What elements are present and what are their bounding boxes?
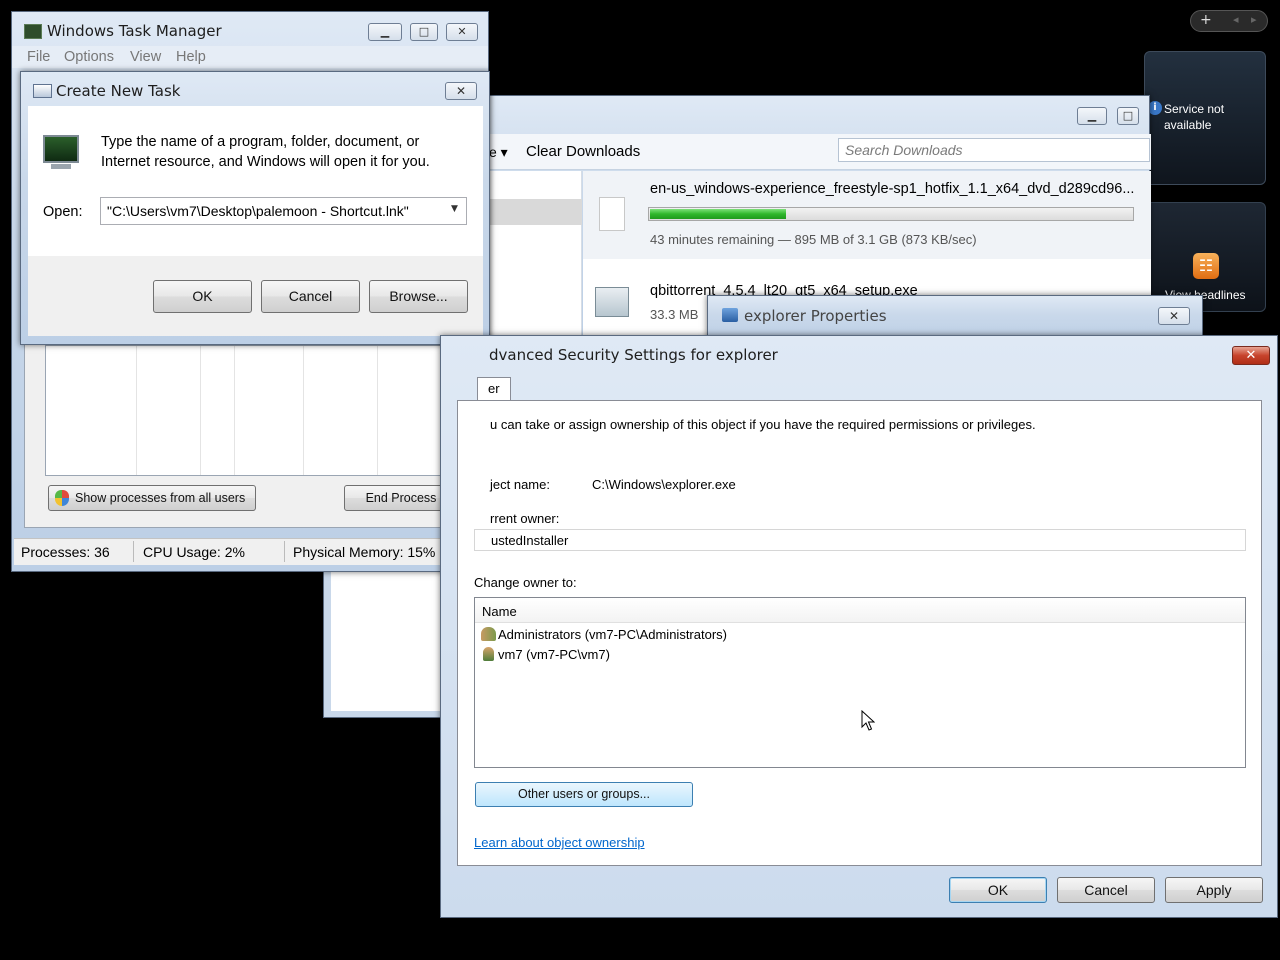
owner-name: vm7 (vm7-PC\vm7): [498, 647, 610, 662]
dialog-body: Type the name of a program, folder, docu…: [28, 106, 483, 256]
list-item[interactable]: vm7 (vm7-PC\vm7): [479, 645, 1079, 665]
open-combobox[interactable]: "C:\Users\vm7\Desktop\palemoon - Shortcu…: [100, 197, 467, 225]
name-column-label: Name: [482, 604, 517, 619]
owner-tab-page: u can take or assign ownership of this o…: [457, 400, 1262, 866]
close-button[interactable]: ✕: [1158, 307, 1190, 325]
download-filename: en-us_windows-experience_freestyle-sp1_h…: [650, 181, 1135, 197]
rss-icon: ☷: [1193, 253, 1219, 279]
menu-help[interactable]: Help: [176, 49, 206, 65]
list-item[interactable]: Administrators (vm7-PC\Administrators): [479, 625, 1079, 645]
apply-button[interactable]: Apply: [1165, 877, 1263, 903]
ok-button[interactable]: OK: [949, 877, 1047, 903]
download-progress-fill: [650, 209, 786, 219]
cancel-button[interactable]: Cancel: [261, 280, 360, 313]
menu-view[interactable]: View: [130, 49, 161, 65]
menu-options[interactable]: Options: [64, 49, 114, 65]
status-processes: Processes: 36: [21, 544, 110, 560]
window-title: explorer Properties: [744, 307, 887, 325]
uac-shield-icon: [55, 490, 69, 506]
minimize-button[interactable]: ▁: [1077, 107, 1107, 125]
previous-page-icon[interactable]: ◂: [1233, 13, 1239, 26]
user-icon: [483, 647, 494, 661]
owner-name: Administrators (vm7-PC\Administrators): [498, 627, 727, 642]
current-owner-label: rrent owner:: [490, 511, 560, 526]
search-placeholder: Search Downloads: [845, 142, 963, 158]
current-owner-field: ustedInstaller: [474, 529, 1246, 551]
ownership-intro: u can take or assign ownership of this o…: [490, 417, 1036, 432]
name-column-header[interactable]: Name: [475, 598, 1245, 623]
gadget-toolbar: + ◂ ▸: [1190, 10, 1268, 32]
properties-icon: [722, 308, 738, 322]
show-all-processes-label: Show processes from all users: [75, 491, 246, 505]
open-label: Open:: [43, 204, 83, 220]
minimize-button[interactable]: ▁: [368, 23, 402, 41]
processes-tab-page: Show processes from all users End Proces…: [24, 330, 476, 528]
add-gadget-button[interactable]: +: [1200, 12, 1212, 28]
menu-file[interactable]: File: [27, 49, 50, 65]
sidebar-selected-item[interactable]: [489, 199, 582, 225]
owner-list[interactable]: Name Administrators (vm7-PC\Administrato…: [474, 597, 1246, 768]
object-name-label: ject name:: [490, 477, 550, 492]
open-value: "C:\Users\vm7\Desktop\palemoon - Shortcu…: [107, 203, 409, 219]
clear-downloads-button[interactable]: Clear Downloads: [526, 143, 640, 160]
mouse-cursor-icon: [861, 710, 875, 731]
process-list[interactable]: [45, 345, 459, 476]
file-icon: [599, 197, 625, 231]
installer-icon: [595, 287, 629, 317]
close-button[interactable]: ✕: [1232, 346, 1270, 365]
download-status: 43 minutes remaining — 895 MB of 3.1 GB …: [650, 232, 977, 247]
object-name-value: C:\Windows\explorer.exe: [592, 477, 736, 492]
cancel-button[interactable]: Cancel: [1057, 877, 1155, 903]
owner-tab[interactable]: er: [477, 377, 511, 401]
download-progress-bar: [648, 207, 1134, 221]
create-new-task-dialog: Create New Task ✕ Type the name of a pro…: [20, 71, 490, 345]
monitor-stand-icon: [51, 164, 71, 169]
toolbar-menu-partial[interactable]: e ▾: [489, 144, 508, 161]
maximize-button[interactable]: □: [410, 23, 438, 41]
download-item[interactable]: en-us_windows-experience_freestyle-sp1_h…: [583, 171, 1151, 259]
show-all-processes-button[interactable]: Show processes from all users: [48, 485, 256, 511]
window-title: Windows Task Manager: [47, 22, 222, 40]
status-bar: Processes: 36 CPU Usage: 2% Physical Mem…: [14, 538, 486, 565]
group-users-icon: [481, 627, 496, 641]
downloads-toolbar: e ▾ Clear Downloads Search Downloads: [489, 134, 1151, 170]
dialog-title: Create New Task: [56, 82, 181, 100]
status-cpu: CPU Usage: 2%: [143, 544, 245, 560]
maximize-button[interactable]: □: [1117, 107, 1139, 125]
run-icon: [33, 84, 52, 98]
computer-monitor-icon: [43, 135, 79, 163]
downloads-sidebar: [489, 171, 582, 341]
window-title: dvanced Security Settings for explorer: [489, 346, 778, 364]
current-owner-value: ustedInstaller: [491, 533, 569, 548]
change-owner-label: Change owner to:: [474, 575, 577, 590]
next-page-icon[interactable]: ▸: [1251, 13, 1257, 26]
advanced-security-window: dvanced Security Settings for explorer ✕…: [440, 335, 1278, 918]
close-button[interactable]: ✕: [446, 23, 478, 41]
ok-button[interactable]: OK: [153, 280, 252, 313]
learn-ownership-link[interactable]: Learn about object ownership: [474, 835, 645, 850]
close-button[interactable]: ✕: [445, 82, 477, 100]
info-icon: i: [1148, 101, 1162, 115]
dialog-description-line1: Type the name of a program, folder, docu…: [101, 134, 420, 150]
menu-bar: File Options View Help: [12, 46, 488, 68]
dropdown-arrow-icon[interactable]: ▼: [451, 204, 458, 214]
weather-gadget[interactable]: i Service not available: [1144, 51, 1266, 185]
browse-button[interactable]: Browse...: [369, 280, 468, 313]
owner-tab-label: er: [488, 381, 500, 396]
dialog-description-line2: Internet resource, and Windows will open…: [101, 154, 430, 170]
status-memory: Physical Memory: 15%: [293, 544, 436, 560]
search-downloads-input[interactable]: Search Downloads: [838, 138, 1150, 162]
other-users-groups-button[interactable]: Other users or groups...: [475, 782, 693, 807]
download-status: 33.3 MB: [650, 307, 699, 322]
weather-status-text: Service not available: [1164, 102, 1225, 132]
task-manager-icon: [24, 24, 42, 39]
